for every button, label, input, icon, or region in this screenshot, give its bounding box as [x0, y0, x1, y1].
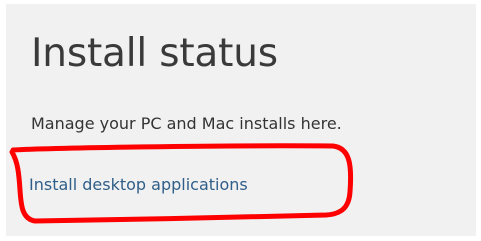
- install-desktop-applications-link[interactable]: Install desktop applications: [29, 174, 248, 196]
- install-status-title: Install status: [31, 31, 278, 76]
- page: Install status Manage your PC and Mac in…: [0, 0, 481, 241]
- install-status-description: Manage your PC and Mac installs here.: [31, 114, 342, 133]
